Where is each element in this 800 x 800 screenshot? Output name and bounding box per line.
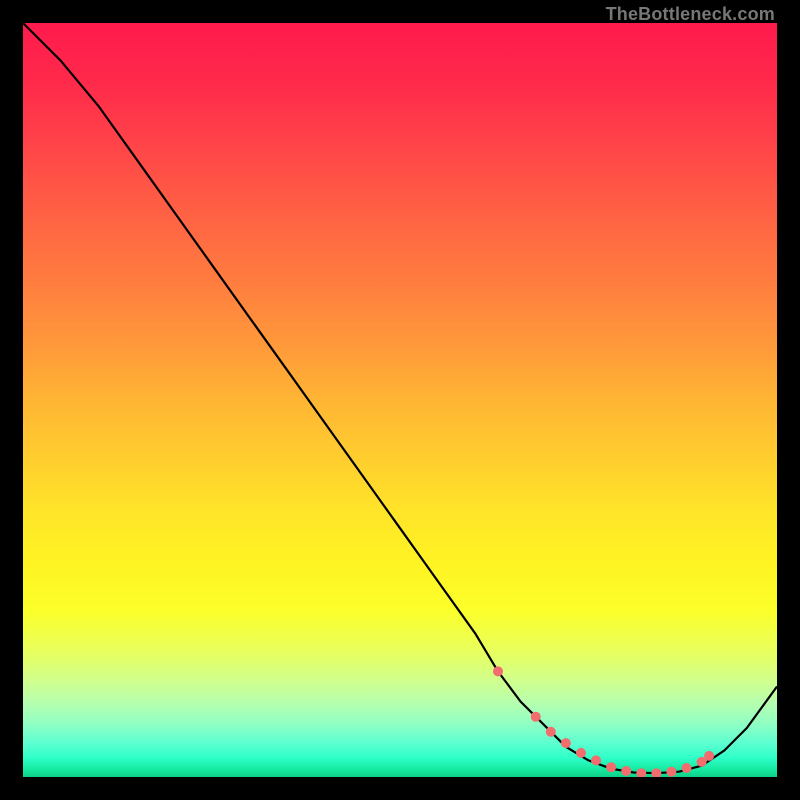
marker-dot: [621, 766, 631, 776]
marker-dot: [666, 767, 676, 777]
curve-path-group: [23, 23, 777, 773]
marker-dot: [546, 727, 556, 737]
marker-dot: [531, 712, 541, 722]
marker-dot: [493, 666, 503, 676]
marker-group: [493, 666, 714, 777]
marker-dot: [636, 768, 646, 777]
marker-dot: [704, 751, 714, 761]
plot-area: [23, 23, 777, 777]
watermark-text: TheBottleneck.com: [606, 4, 775, 25]
marker-dot: [576, 748, 586, 758]
marker-dot: [561, 738, 571, 748]
chart-svg: [23, 23, 777, 777]
curve-path: [23, 23, 777, 773]
chart-frame: TheBottleneck.com: [0, 0, 800, 800]
marker-dot: [591, 755, 601, 765]
marker-dot: [697, 757, 707, 767]
marker-dot: [606, 762, 616, 772]
marker-dot: [651, 768, 661, 777]
marker-dot: [682, 763, 692, 773]
